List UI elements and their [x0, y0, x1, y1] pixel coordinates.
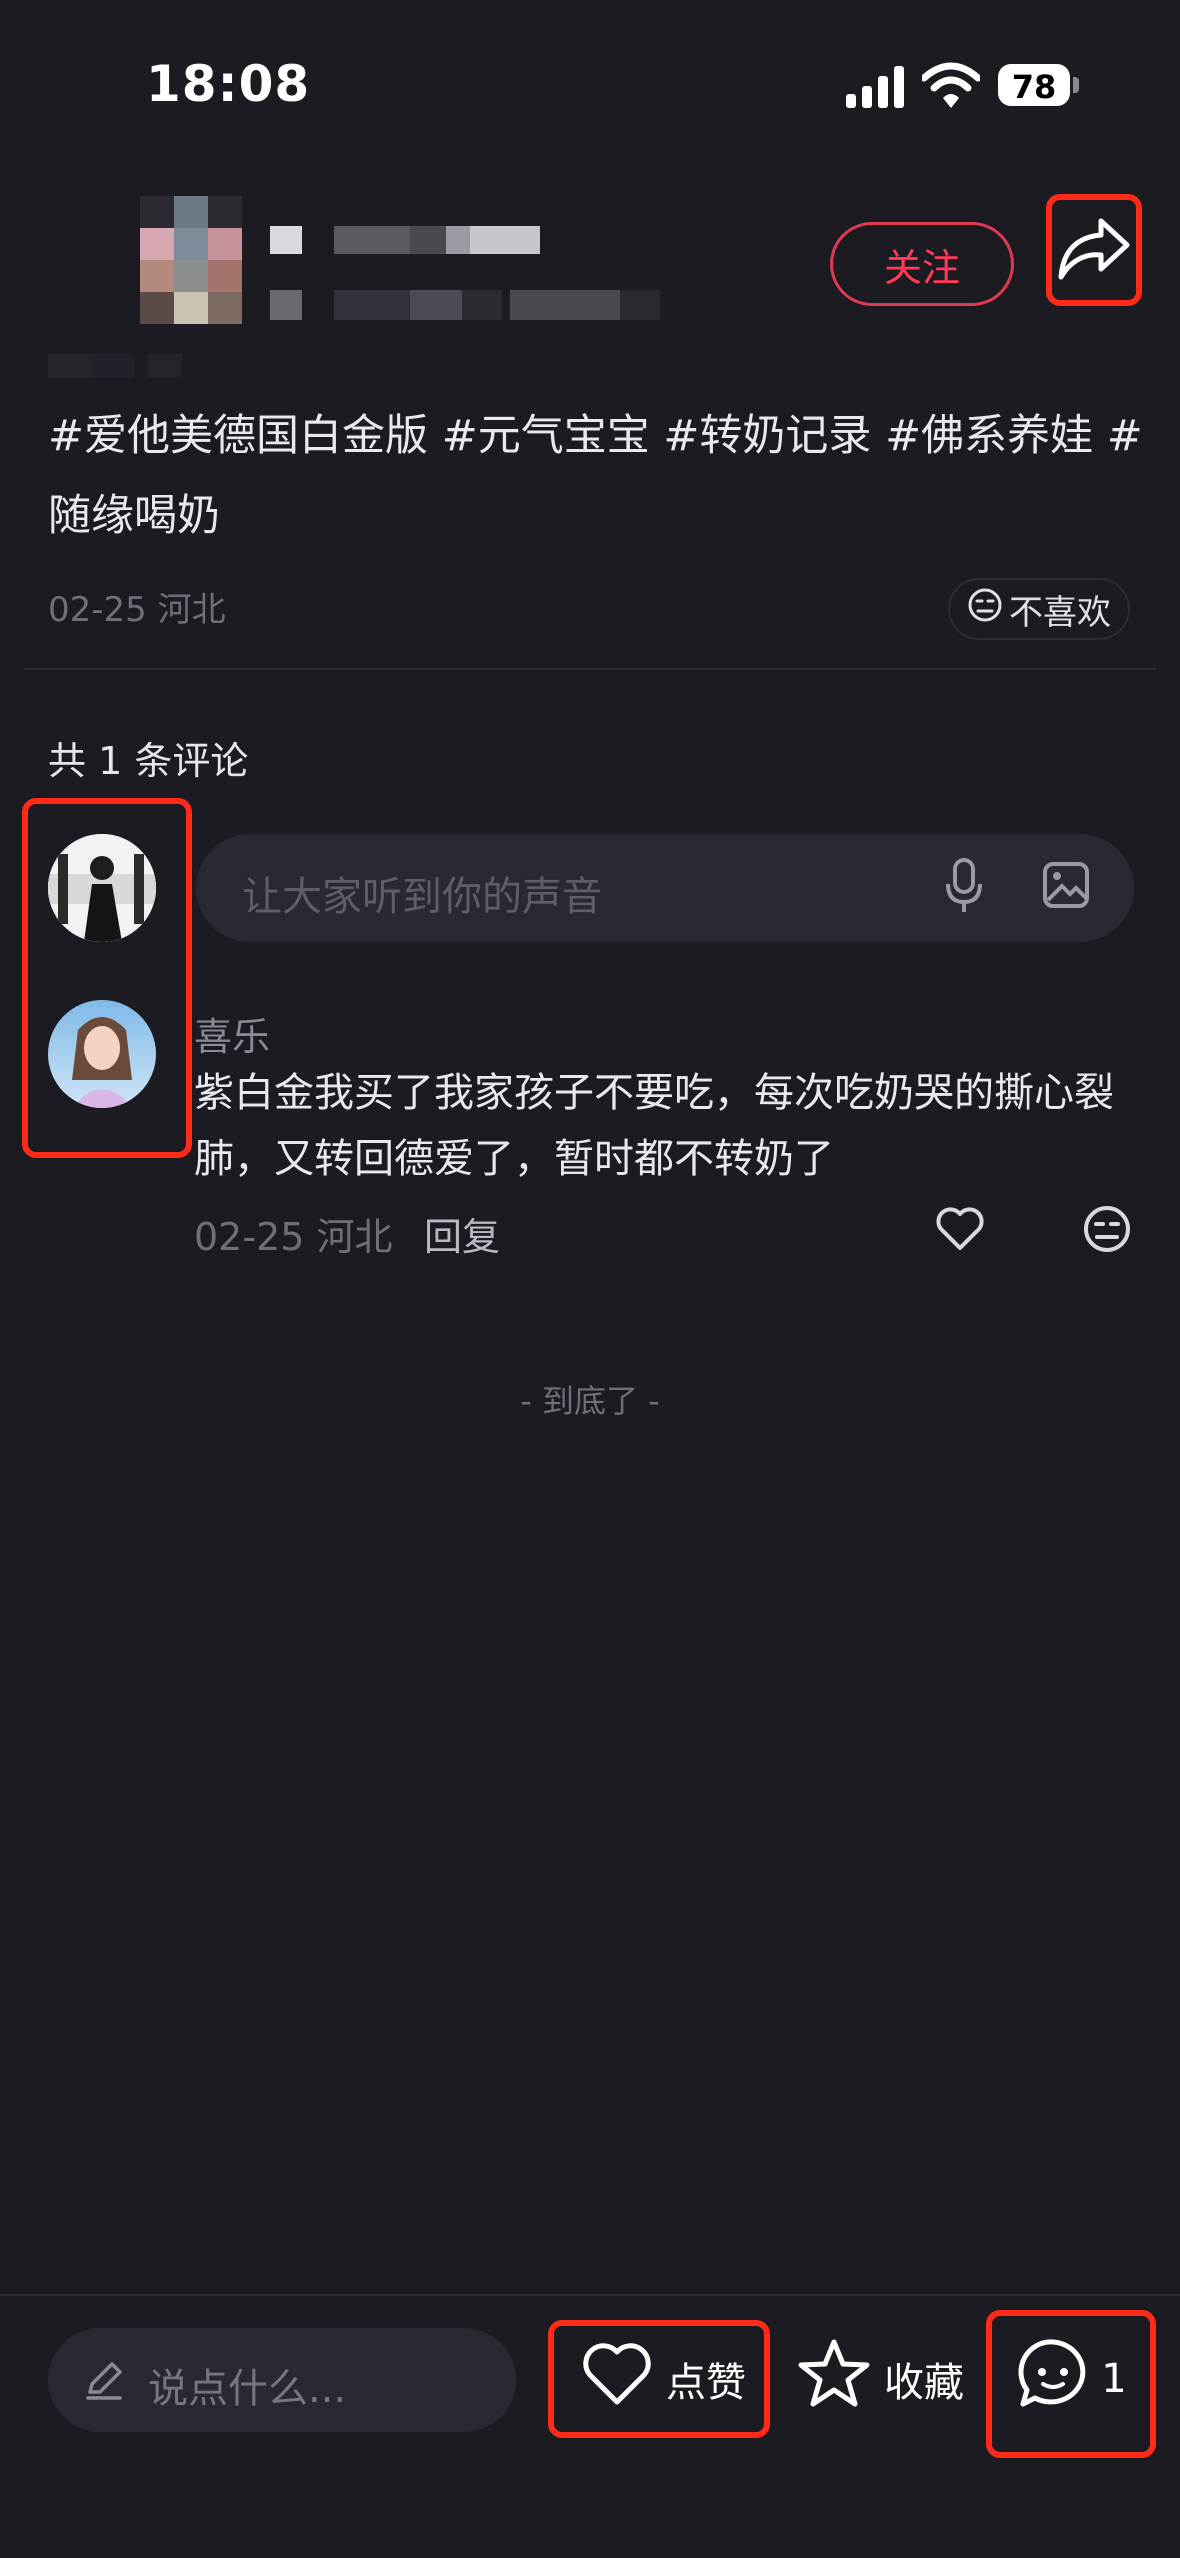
dislike-label: 不喜欢 [1009, 592, 1111, 633]
battery-icon: 78 [998, 64, 1080, 108]
follow-button[interactable]: 关注 [830, 222, 1014, 306]
highlight-box [1046, 194, 1142, 306]
divider [24, 668, 1156, 670]
post-hashtags[interactable]: #爱他美德国白金版 #元气宝宝 #转奶记录 #佛系养娃 #随缘喝奶 [48, 396, 1148, 556]
comment-dislike-icon[interactable] [1082, 1204, 1132, 1258]
highlight-box [548, 2320, 770, 2438]
comment-count-label: 共 1 条评论 [48, 739, 249, 783]
author-avatar[interactable] [140, 196, 242, 324]
image-picker-icon[interactable] [1042, 858, 1090, 918]
author-meta-blurred [48, 354, 182, 378]
comment-text: 紫白金我买了我家孩子不要吃，每次吃奶哭的撕心裂肺，又转回德爱了，暂时都不转奶了 [194, 1070, 1114, 1182]
comment-input-placeholder: 让大家听到你的声音 [242, 874, 602, 920]
comment-date-location: 02-25 河北 [194, 1215, 393, 1259]
comment-username[interactable]: 喜乐 [194, 1006, 270, 1061]
microphone-icon[interactable] [944, 858, 984, 920]
highlight-box [986, 2310, 1156, 2458]
like-button[interactable]: 点赞 [548, 2320, 770, 2438]
comment-button[interactable]: 1 [986, 2310, 1156, 2458]
wifi-icon [920, 62, 982, 110]
star-icon [796, 2338, 872, 2420]
share-button[interactable] [1046, 194, 1142, 306]
reply-button[interactable]: 回复 [424, 1206, 500, 1261]
divider [0, 2294, 1180, 2296]
battery-level: 78 [1011, 68, 1057, 106]
favorite-button[interactable]: 收藏 [790, 2320, 970, 2438]
meh-face-icon [967, 587, 1003, 632]
highlight-box [22, 798, 192, 1158]
say-something-input[interactable]: 说点什么... [48, 2328, 516, 2432]
dislike-button[interactable]: 不喜欢 [948, 578, 1130, 640]
status-time: 18:08 [146, 55, 311, 113]
end-of-list-label: - 到底了 - [520, 1382, 660, 1420]
comment-like-icon[interactable] [934, 1204, 986, 1258]
pencil-icon [82, 2358, 126, 2406]
cellular-signal-icon [846, 66, 908, 110]
say-something-placeholder: 说点什么... [148, 2366, 347, 2412]
post-date-location: 02-25 河北 [48, 590, 226, 630]
comment-input[interactable]: 让大家听到你的声音 [196, 834, 1134, 942]
favorite-label: 收藏 [884, 2360, 964, 2406]
